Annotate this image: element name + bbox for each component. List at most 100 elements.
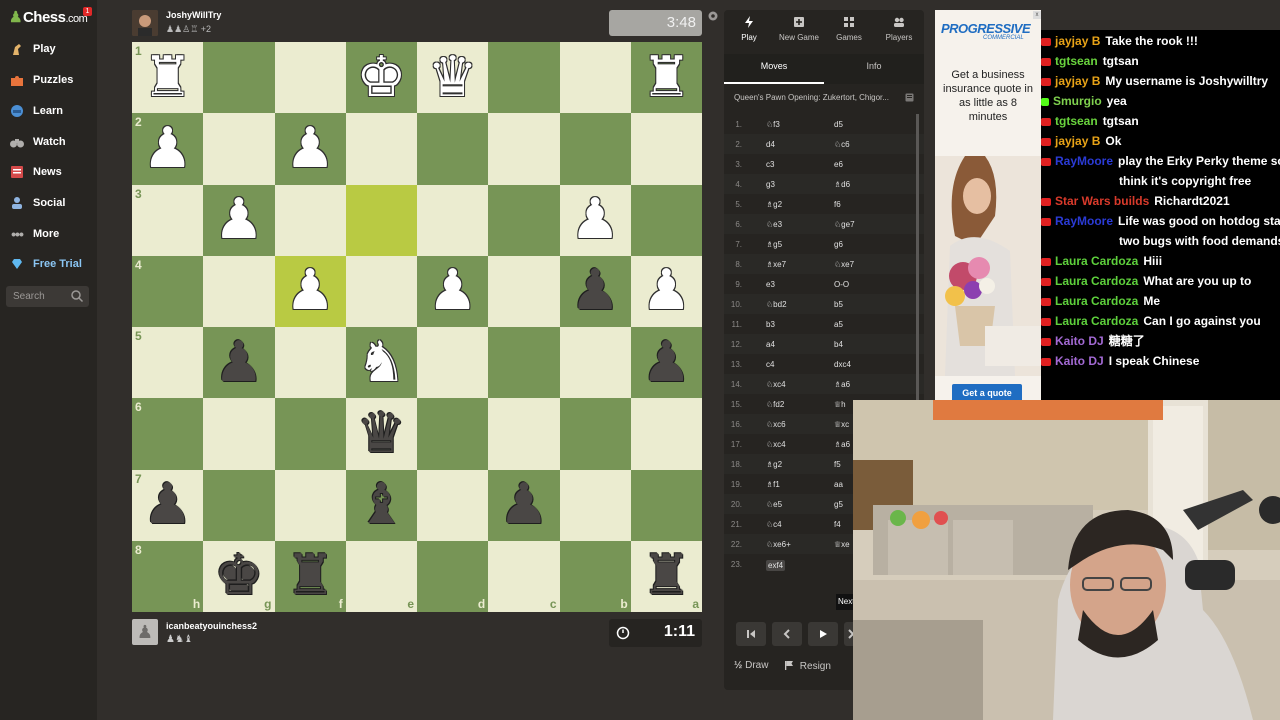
tab-games[interactable]: Games bbox=[824, 16, 874, 42]
nav-more[interactable]: ••• More bbox=[8, 223, 59, 245]
white-move[interactable]: ♘e3 bbox=[766, 220, 782, 229]
board-square[interactable] bbox=[345, 113, 417, 185]
board-square[interactable] bbox=[345, 184, 417, 256]
white-move[interactable]: ♘xe6+ bbox=[766, 540, 791, 549]
black-move[interactable]: f5 bbox=[834, 460, 841, 469]
board-square[interactable]: 6 bbox=[132, 398, 204, 470]
white-pawn-piece[interactable]: ♟ bbox=[560, 185, 631, 256]
board-square[interactable]: ♟ bbox=[630, 327, 702, 399]
board-square[interactable] bbox=[417, 327, 489, 399]
black-move[interactable]: ♘xe7 bbox=[834, 260, 854, 269]
board-square[interactable]: ♟ bbox=[274, 255, 346, 327]
chess-com-logo[interactable]: ♟Chess.com bbox=[9, 8, 88, 26]
top-player-name[interactable]: JoshyWillTry bbox=[166, 10, 221, 20]
board-square[interactable] bbox=[274, 398, 346, 470]
black-move[interactable]: b5 bbox=[834, 300, 843, 309]
board-square[interactable]: 1 ♜ bbox=[132, 42, 204, 114]
black-move[interactable]: O-O bbox=[834, 280, 849, 289]
black-move[interactable]: f4 bbox=[834, 520, 841, 529]
board-square[interactable] bbox=[559, 469, 631, 541]
board-square[interactable]: d bbox=[417, 540, 489, 612]
black-move[interactable]: ♕xc bbox=[834, 420, 849, 429]
board-square[interactable] bbox=[345, 255, 417, 327]
board-square[interactable] bbox=[274, 469, 346, 541]
board-square[interactable]: ♝ bbox=[345, 469, 417, 541]
white-move[interactable]: ♗xe7 bbox=[766, 260, 786, 269]
board-square[interactable]: 4 bbox=[132, 255, 204, 327]
board-square[interactable]: e bbox=[345, 540, 417, 612]
black-pawn-piece[interactable]: ♟ bbox=[631, 327, 702, 398]
white-move[interactable]: ♘fd2 bbox=[766, 400, 784, 409]
bottom-player-name[interactable]: icanbeatyouinchess2 bbox=[166, 621, 257, 631]
board-square[interactable] bbox=[417, 469, 489, 541]
board-square[interactable] bbox=[559, 327, 631, 399]
black-move[interactable]: g6 bbox=[834, 240, 843, 249]
white-move[interactable]: g3 bbox=[766, 180, 775, 189]
book-icon[interactable] bbox=[905, 93, 914, 102]
board-square[interactable] bbox=[274, 42, 346, 114]
bottom-player-avatar[interactable]: ♟ bbox=[132, 619, 158, 645]
board-square[interactable]: ♛ bbox=[417, 42, 489, 114]
white-pawn-piece[interactable]: ♟ bbox=[417, 256, 488, 327]
board-square[interactable] bbox=[488, 113, 560, 185]
white-move[interactable]: d4 bbox=[766, 140, 775, 149]
black-move[interactable]: f6 bbox=[834, 200, 841, 209]
search-input[interactable]: Search bbox=[6, 286, 89, 307]
gear-icon[interactable] bbox=[707, 10, 719, 22]
board-square[interactable] bbox=[203, 255, 275, 327]
board-square[interactable]: ♟ bbox=[417, 255, 489, 327]
black-bishop-piece[interactable]: ♝ bbox=[346, 470, 417, 541]
white-queen-piece[interactable]: ♛ bbox=[417, 42, 488, 113]
black-move[interactable]: ♘c6 bbox=[834, 140, 850, 149]
white-move[interactable]: ♗g2 bbox=[766, 200, 782, 209]
black-pawn-piece[interactable]: ♟ bbox=[560, 256, 631, 327]
board-square[interactable] bbox=[203, 398, 275, 470]
board-square[interactable]: 8h bbox=[132, 540, 204, 612]
board-square[interactable] bbox=[559, 42, 631, 114]
black-pawn-piece[interactable]: ♟ bbox=[132, 470, 203, 541]
board-square[interactable]: ♟ bbox=[559, 255, 631, 327]
nav-free-trial[interactable]: Free Trial bbox=[8, 253, 82, 275]
black-rook-piece[interactable]: ♜ bbox=[275, 541, 346, 612]
white-move[interactable]: b3 bbox=[766, 320, 775, 329]
white-move[interactable]: ♘xc4 bbox=[766, 440, 786, 449]
get-a-quote-button[interactable]: Get a quote bbox=[952, 384, 1022, 400]
board-square[interactable]: ♟ bbox=[203, 184, 275, 256]
white-move[interactable]: exf4 bbox=[766, 560, 786, 571]
board-square[interactable] bbox=[203, 113, 275, 185]
nav-play[interactable]: Play bbox=[8, 38, 56, 60]
nav-learn[interactable]: Learn bbox=[8, 100, 63, 122]
board-square[interactable] bbox=[488, 255, 560, 327]
black-move[interactable]: b4 bbox=[834, 340, 843, 349]
progressive-ad[interactable]: PROGRESSIVE COMMERCIAL Get a business in… bbox=[935, 10, 1041, 400]
board-square[interactable] bbox=[417, 113, 489, 185]
tab-new-game[interactable]: New Game bbox=[774, 16, 824, 42]
nav-puzzles[interactable]: Puzzles bbox=[8, 69, 73, 91]
nav-social[interactable]: Social bbox=[8, 192, 65, 214]
black-move[interactable]: d5 bbox=[834, 120, 843, 129]
top-player-avatar[interactable] bbox=[132, 10, 158, 36]
white-move[interactable]: ♘e5 bbox=[766, 500, 782, 509]
ad-close-icon[interactable]: x bbox=[1033, 11, 1041, 19]
board-square[interactable] bbox=[559, 398, 631, 470]
board-square[interactable]: c bbox=[488, 540, 560, 612]
nav-news[interactable]: News bbox=[8, 161, 62, 183]
board-square[interactable] bbox=[559, 113, 631, 185]
black-pawn-piece[interactable]: ♟ bbox=[203, 327, 274, 398]
board-square[interactable] bbox=[274, 327, 346, 399]
play-button[interactable] bbox=[808, 622, 838, 646]
board-square[interactable]: 3 bbox=[132, 184, 204, 256]
board-square[interactable]: ♜ bbox=[630, 42, 702, 114]
board-square[interactable] bbox=[488, 184, 560, 256]
white-move[interactable]: ♘xc6 bbox=[766, 420, 786, 429]
white-rook-piece[interactable]: ♜ bbox=[132, 42, 203, 113]
board-square[interactable]: ♟ bbox=[203, 327, 275, 399]
tab-moves[interactable]: Moves bbox=[724, 54, 824, 84]
board-square[interactable] bbox=[488, 398, 560, 470]
white-pawn-piece[interactable]: ♟ bbox=[275, 113, 346, 184]
black-rook-piece[interactable]: ♜ bbox=[631, 541, 702, 612]
white-king-piece[interactable]: ♚ bbox=[346, 42, 417, 113]
black-move[interactable]: g5 bbox=[834, 500, 843, 509]
tab-info[interactable]: Info bbox=[824, 54, 924, 84]
board-square[interactable] bbox=[203, 42, 275, 114]
